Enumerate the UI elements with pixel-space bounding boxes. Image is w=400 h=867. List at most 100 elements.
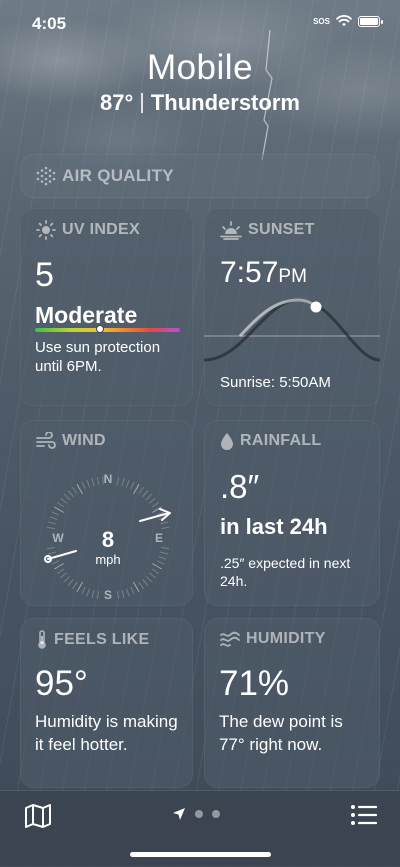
rainfall-card[interactable]: RAINFALL .8″ in last 24h .25″ expected i… bbox=[204, 420, 380, 606]
city-name: Mobile bbox=[146, 48, 254, 87]
raindrop-icon bbox=[221, 433, 233, 450]
compass-tick bbox=[72, 486, 78, 495]
compass-east: E bbox=[155, 531, 163, 545]
uv-index-card[interactable]: UV INDEX 5 Moderate Use sun protection u… bbox=[20, 208, 193, 406]
compass-tick bbox=[47, 521, 56, 525]
map-icon[interactable] bbox=[24, 803, 52, 829]
wind-card[interactable]: WIND N S E W 8 mph bbox=[20, 420, 193, 606]
sun-icon bbox=[36, 220, 56, 240]
compass-tick bbox=[54, 563, 65, 570]
feels-like-description: Humidity is making it feel hotter. bbox=[35, 712, 178, 754]
compass-tick bbox=[63, 575, 71, 583]
compass-tick bbox=[76, 484, 83, 495]
status-time: 4:05 bbox=[32, 14, 67, 33]
compass-tick bbox=[161, 546, 170, 550]
uv-value: 5 bbox=[35, 256, 54, 294]
compass-tick bbox=[63, 493, 71, 501]
compass-tick bbox=[60, 497, 67, 504]
compass-tick bbox=[86, 479, 91, 488]
sunset-title: SUNSET bbox=[220, 220, 315, 240]
feels-like-card[interactable]: FEELS LIKE 95° Humidity is making it fee… bbox=[20, 618, 193, 788]
compass-tick bbox=[138, 486, 144, 495]
compass-tick bbox=[47, 551, 56, 555]
compass-tick bbox=[142, 579, 149, 586]
uv-index-label: UV INDEX bbox=[62, 221, 140, 238]
current-temp: 87° bbox=[100, 90, 134, 115]
wind-icon bbox=[36, 432, 56, 449]
compass-tick bbox=[161, 526, 170, 530]
compass-tick bbox=[54, 506, 65, 513]
compass-tick bbox=[133, 581, 140, 592]
compass-tick bbox=[125, 479, 130, 488]
wind-title: WIND bbox=[36, 432, 106, 450]
wind-speed: 8 bbox=[102, 527, 114, 552]
rainfall-period: in last 24h bbox=[220, 514, 328, 539]
compass-tick bbox=[125, 588, 130, 597]
uv-description: Use sun protection until 6PM. bbox=[35, 339, 161, 375]
compass-tick bbox=[151, 563, 162, 570]
compass-tick bbox=[130, 481, 135, 490]
rainfall-label: RAINFALL bbox=[240, 432, 322, 449]
wifi-icon bbox=[336, 15, 352, 26]
air-quality-label: AIR QUALITY bbox=[62, 166, 174, 185]
compass-tick bbox=[130, 586, 135, 595]
feels-like-label: FEELS LIKE bbox=[54, 631, 150, 648]
uv-level-indicator bbox=[96, 325, 105, 333]
rainfall-description: .25″ expected in next 24h. bbox=[220, 555, 351, 589]
uv-index-title: UV INDEX bbox=[36, 220, 140, 240]
sunset-card[interactable]: SUNSET 7:57PM Sunrise: 5:50AM bbox=[204, 208, 380, 406]
current-summary: 87° Thunderstorm bbox=[0, 90, 400, 116]
compass-tick bbox=[96, 476, 100, 485]
compass-tick bbox=[67, 579, 74, 586]
air-quality-card[interactable]: AIR QUALITY bbox=[20, 154, 380, 198]
humidity-icon bbox=[220, 631, 240, 647]
battery-icon bbox=[358, 15, 383, 27]
location-header: Mobile 87° Thunderstorm bbox=[0, 48, 400, 116]
humidity-card[interactable]: HUMIDITY 71% The dew point is 77° right … bbox=[204, 618, 380, 788]
compass-north: N bbox=[104, 472, 113, 486]
sunset-label: SUNSET bbox=[248, 221, 315, 238]
home-indicator bbox=[130, 852, 271, 857]
compass-tick bbox=[121, 477, 125, 486]
feels-like-title: FEELS LIKE bbox=[36, 630, 149, 650]
compass-tick bbox=[116, 591, 120, 600]
compass-west: W bbox=[52, 531, 64, 545]
compass-tick bbox=[149, 497, 156, 504]
compass-tick bbox=[76, 581, 83, 592]
humidity-label: HUMIDITY bbox=[246, 630, 326, 647]
current-condition: Thunderstorm bbox=[150, 90, 300, 115]
compass-tick bbox=[49, 516, 58, 521]
compass-tick bbox=[145, 493, 153, 501]
uv-level: Moderate bbox=[35, 302, 138, 328]
wind-compass: N S E W 8 mph bbox=[44, 472, 171, 602]
status-icons: SOS bbox=[313, 15, 383, 27]
compass-tick bbox=[151, 502, 160, 508]
status-bar: 4:05 SOS bbox=[0, 0, 400, 44]
compass-tick bbox=[60, 572, 67, 579]
compass-tick bbox=[72, 581, 78, 590]
feels-like-value: 95° bbox=[35, 664, 88, 703]
humidity-description: The dew point is 77° right now. bbox=[219, 712, 343, 754]
sunset-time-ampm: PM bbox=[278, 266, 307, 287]
compass-tick bbox=[81, 586, 86, 595]
rainfall-title: RAINFALL bbox=[220, 432, 322, 450]
sos-indicator: SOS bbox=[313, 16, 330, 26]
sunset-time: 7:57PM bbox=[220, 256, 307, 290]
page-indicator[interactable] bbox=[172, 807, 220, 821]
sun-path-graph bbox=[204, 298, 380, 362]
compass-tick bbox=[149, 572, 156, 579]
compass-tick bbox=[160, 551, 169, 555]
compass-tick bbox=[91, 477, 95, 486]
compass-tick bbox=[56, 568, 65, 574]
page-dot bbox=[212, 810, 220, 818]
compass-tick bbox=[96, 591, 100, 600]
compass-tick bbox=[138, 581, 144, 590]
air-quality-title: AIR QUALITY bbox=[36, 166, 174, 186]
compass-tick bbox=[86, 588, 91, 597]
thermometer-icon bbox=[38, 630, 46, 649]
list-icon[interactable] bbox=[350, 803, 378, 827]
compass-tick bbox=[56, 502, 65, 508]
wind-label: WIND bbox=[62, 432, 106, 449]
compass-tick bbox=[160, 521, 169, 525]
compass-tick bbox=[91, 590, 95, 599]
